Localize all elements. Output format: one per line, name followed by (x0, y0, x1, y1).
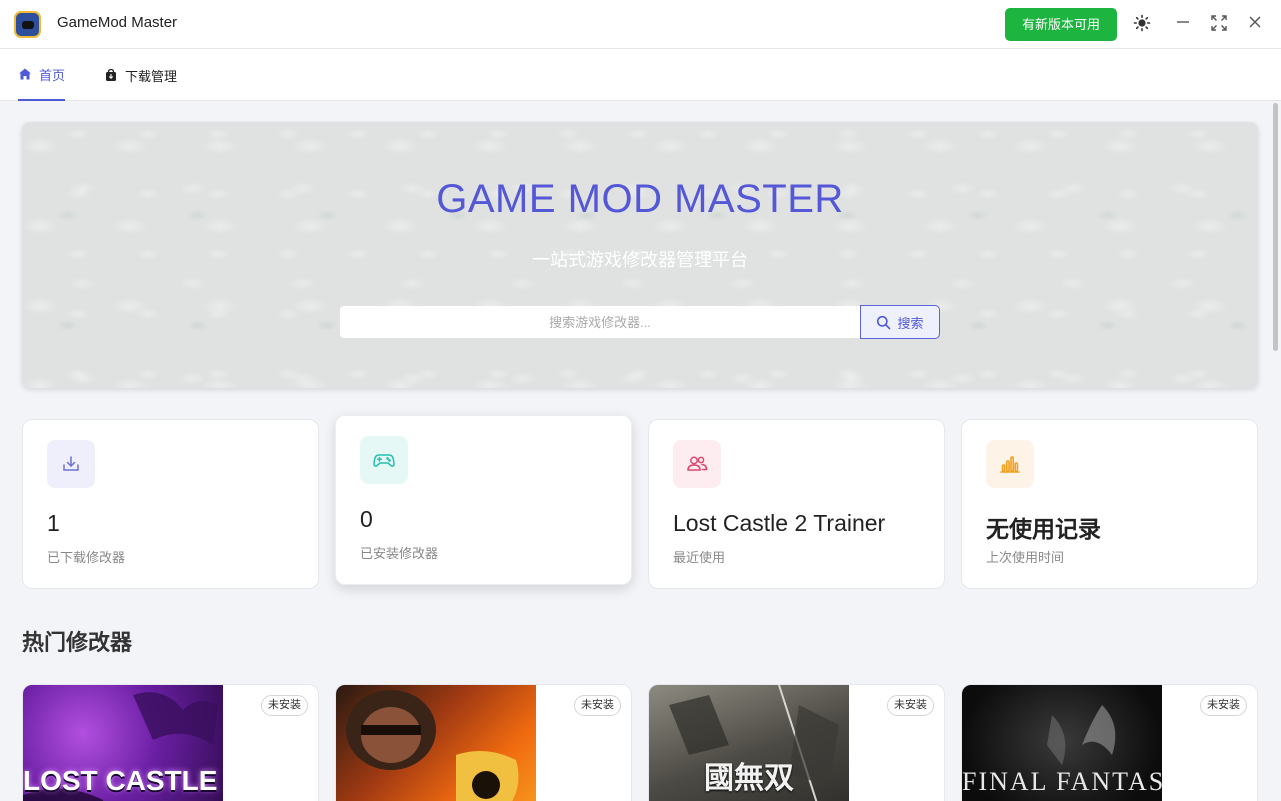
status-badge: 未安装 (1200, 695, 1247, 716)
stat-label: 已安装修改器 (360, 546, 439, 561)
stat-value: 1 (47, 510, 60, 536)
game-cover-image: 國無双 (649, 685, 849, 801)
stat-card-recent: Lost Castle 2 Trainer 最近使用 (648, 419, 945, 589)
tab-downloads[interactable]: 下载管理 (104, 49, 177, 101)
bar-chart-icon (986, 440, 1034, 488)
search-icon (876, 315, 891, 330)
stat-label: 上次使用时间 (986, 550, 1065, 565)
download-icon (47, 440, 95, 488)
hero-banner: GAME MOD MASTER 一站式游戏修改器管理平台 搜索 (22, 122, 1258, 388)
game-card[interactable]: FINAL FANTASY 未安装 (961, 684, 1258, 801)
stat-card-downloaded: 1 已下载修改器 (22, 419, 319, 589)
game-cover-image: FINAL FANTASY (962, 685, 1162, 801)
stat-label: 最近使用 (673, 550, 726, 565)
maximize-icon[interactable] (1209, 14, 1229, 34)
search-button[interactable]: 搜索 (860, 305, 940, 339)
tab-home-label: 首页 (39, 67, 66, 83)
game-cover-title: FINAL FANTASY (962, 767, 1162, 796)
stat-label: 已下载修改器 (47, 550, 126, 565)
users-icon (673, 440, 721, 488)
status-badge: 未安装 (574, 695, 621, 716)
game-card[interactable]: LOST CASTLE 2 未安装 (22, 684, 319, 801)
theme-toggle-icon[interactable] (1132, 14, 1152, 34)
nav-bar: 首页 下载管理 (0, 49, 1281, 101)
scrollbar[interactable] (1273, 103, 1278, 351)
status-badge: 未安装 (887, 695, 934, 716)
stat-card-installed: 0 已安装修改器 (335, 415, 632, 585)
main-content: GAME MOD MASTER 一站式游戏修改器管理平台 搜索 1 已下载修改器… (0, 101, 1281, 801)
game-cover-image: LOST CASTLE 2 (23, 685, 223, 801)
search-input[interactable] (340, 306, 860, 338)
minimize-icon[interactable] (1173, 14, 1193, 34)
app-title: GameMod Master (57, 14, 178, 31)
game-card[interactable]: 未安装 (335, 684, 632, 801)
hero-subtitle: 一站式游戏修改器管理平台 (532, 250, 748, 270)
hero-title: GAME MOD MASTER (436, 177, 844, 221)
game-cover-image (336, 685, 536, 801)
tab-home[interactable]: 首页 (18, 49, 66, 101)
search-button-label: 搜索 (897, 315, 924, 331)
title-bar: GameMod Master 有新版本可用 (0, 0, 1281, 49)
close-icon[interactable] (1245, 14, 1265, 34)
home-icon (18, 67, 32, 81)
stat-card-last-used: 无使用记录 上次使用时间 (961, 419, 1258, 589)
stat-value: Lost Castle 2 Trainer (673, 510, 886, 536)
download-bag-icon (104, 68, 118, 82)
app-logo (14, 11, 41, 38)
stat-value: 无使用记录 (986, 516, 1101, 542)
update-available-button[interactable]: 有新版本可用 (1005, 8, 1117, 41)
tab-downloads-label: 下载管理 (125, 68, 178, 84)
stat-value: 0 (360, 506, 373, 532)
game-cover-title: LOST CASTLE 2 (23, 765, 223, 796)
status-badge: 未安装 (261, 695, 308, 716)
game-cover-title: 國無双 (704, 762, 794, 795)
game-card[interactable]: 國無双 未安装 (648, 684, 945, 801)
section-title-popular: 热门修改器 (22, 630, 133, 655)
gamepad-icon (360, 436, 408, 484)
